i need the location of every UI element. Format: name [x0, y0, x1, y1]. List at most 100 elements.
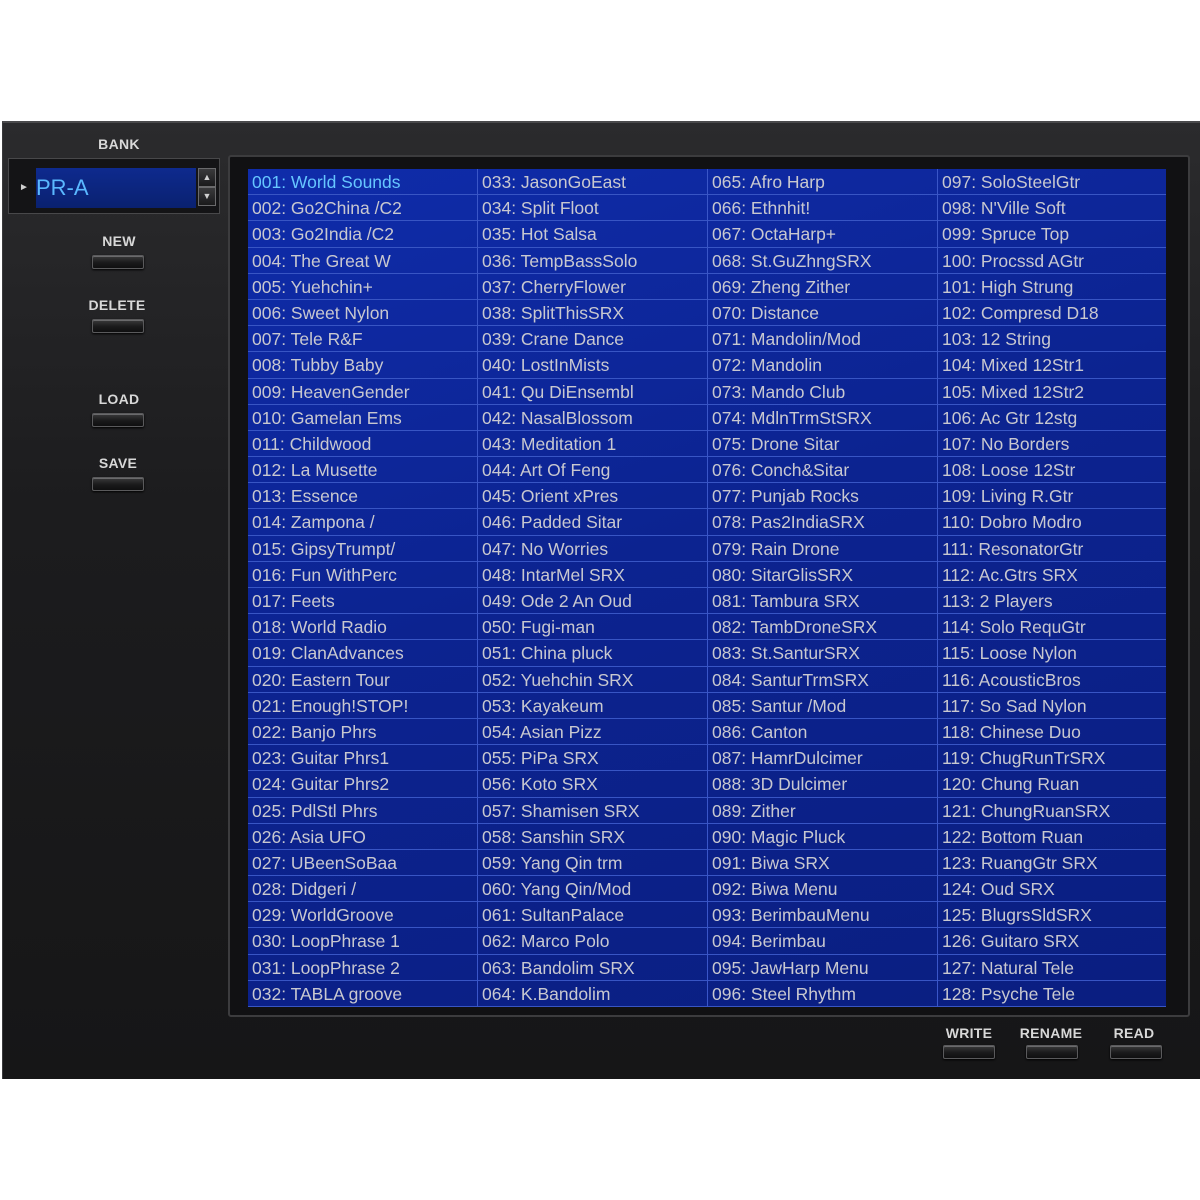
patch-item[interactable]: 115: Loose Nylon: [938, 640, 1166, 667]
patch-item[interactable]: 120: Chung Ruan: [938, 771, 1166, 798]
patch-item[interactable]: 011: Childwood: [248, 431, 477, 458]
patch-item[interactable]: 091: Biwa SRX: [708, 850, 937, 877]
patch-item[interactable]: 018: World Radio: [248, 614, 477, 641]
patch-item[interactable]: 013: Essence: [248, 483, 477, 510]
patch-item[interactable]: 125: BlugrsSldSRX: [938, 902, 1166, 929]
patch-item[interactable]: 031: LoopPhrase 2: [248, 955, 477, 981]
patch-item[interactable]: 101: High Strung: [938, 274, 1166, 300]
patch-item[interactable]: 005: Yuehchin+: [248, 274, 477, 300]
spin-down-icon[interactable]: ▼: [198, 187, 216, 206]
patch-item[interactable]: 113: 2 Players: [938, 588, 1166, 615]
patch-item[interactable]: 046: Padded Sitar: [478, 509, 707, 536]
patch-item[interactable]: 006: Sweet Nylon: [248, 300, 477, 327]
patch-item[interactable]: 099: Spruce Top: [938, 221, 1166, 248]
patch-item[interactable]: 079: Rain Drone: [708, 536, 937, 562]
patch-item[interactable]: 092: Biwa Menu: [708, 876, 937, 903]
patch-item[interactable]: 040: LostInMists: [478, 352, 707, 379]
patch-item[interactable]: 034: Split Floot: [478, 195, 707, 222]
patch-item[interactable]: 114: Solo RequGtr: [938, 614, 1166, 641]
patch-item[interactable]: 008: Tubby Baby: [248, 352, 477, 379]
bank-spinner[interactable]: ▲ ▼: [198, 168, 216, 208]
patch-item[interactable]: 074: MdlnTrmStSRX: [708, 405, 937, 431]
patch-item[interactable]: 058: Sanshin SRX: [478, 824, 707, 850]
patch-item[interactable]: 119: ChugRunTrSRX: [938, 745, 1166, 772]
patch-item[interactable]: 087: HamrDulcimer: [708, 745, 937, 772]
patch-item[interactable]: 044: Art Of Feng: [478, 457, 707, 484]
patch-item[interactable]: 054: Asian Pizz: [478, 719, 707, 746]
patch-item[interactable]: 083: St.SanturSRX: [708, 640, 937, 667]
patch-item[interactable]: 128: Psyche Tele: [938, 981, 1166, 1007]
spin-up-icon[interactable]: ▲: [198, 168, 216, 187]
patch-item[interactable]: 056: Koto SRX: [478, 771, 707, 798]
patch-item[interactable]: 116: AcousticBros: [938, 667, 1166, 693]
patch-item[interactable]: 098: N'Ville Soft: [938, 195, 1166, 222]
patch-item[interactable]: 028: Didgeri /: [248, 876, 477, 903]
patch-item[interactable]: 069: Zheng Zither: [708, 274, 937, 300]
patch-item[interactable]: 055: PiPa SRX: [478, 745, 707, 772]
patch-item[interactable]: 017: Feets: [248, 588, 477, 615]
patch-item[interactable]: 097: SoloSteelGtr: [938, 169, 1166, 196]
patch-item[interactable]: 093: BerimbauMenu: [708, 902, 937, 929]
patch-item[interactable]: 102: Compresd D18: [938, 300, 1166, 327]
patch-item[interactable]: 108: Loose 12Str: [938, 457, 1166, 484]
patch-item[interactable]: 064: K.Bandolim: [478, 981, 707, 1007]
patch-item[interactable]: 053: Kayakeum: [478, 693, 707, 719]
patch-item[interactable]: 121: ChungRuanSRX: [938, 798, 1166, 824]
patch-item[interactable]: 122: Bottom Ruan: [938, 824, 1166, 850]
patch-item[interactable]: 045: Orient xPres: [478, 483, 707, 510]
patch-item[interactable]: 076: Conch&Sitar: [708, 457, 937, 484]
rename-button[interactable]: [1026, 1045, 1078, 1059]
patch-item[interactable]: 126: Guitaro SRX: [938, 928, 1166, 955]
patch-item[interactable]: 052: Yuehchin SRX: [478, 667, 707, 693]
patch-item[interactable]: 057: Shamisen SRX: [478, 798, 707, 824]
patch-item[interactable]: 111: ResonatorGtr: [938, 536, 1166, 562]
patch-item[interactable]: 003: Go2India /C2: [248, 221, 477, 248]
patch-item[interactable]: 009: HeavenGender: [248, 379, 477, 405]
write-button[interactable]: [943, 1045, 995, 1059]
patch-item[interactable]: 073: Mando Club: [708, 379, 937, 405]
patch-item[interactable]: 080: SitarGlisSRX: [708, 562, 937, 588]
patch-item[interactable]: 070: Distance: [708, 300, 937, 327]
patch-item[interactable]: 100: Procssd AGtr: [938, 248, 1166, 274]
patch-item[interactable]: 095: JawHarp Menu: [708, 955, 937, 981]
patch-item[interactable]: 077: Punjab Rocks: [708, 483, 937, 510]
patch-item[interactable]: 068: St.GuZhngSRX: [708, 248, 937, 274]
patch-item[interactable]: 001: World Sounds: [248, 169, 477, 196]
patch-item[interactable]: 066: Ethnhit!: [708, 195, 937, 222]
patch-item[interactable]: 024: Guitar Phrs2: [248, 771, 477, 798]
patch-item[interactable]: 104: Mixed 12Str1: [938, 352, 1166, 379]
patch-item[interactable]: 060: Yang Qin/Mod: [478, 876, 707, 903]
patch-item[interactable]: 086: Canton: [708, 719, 937, 746]
patch-item[interactable]: 075: Drone Sitar: [708, 431, 937, 458]
delete-button[interactable]: [92, 319, 144, 333]
patch-item[interactable]: 026: Asia UFO: [248, 824, 477, 850]
patch-item[interactable]: 041: Qu DiEnsembl: [478, 379, 707, 405]
patch-item[interactable]: 033: JasonGoEast: [478, 169, 707, 196]
patch-item[interactable]: 035: Hot Salsa: [478, 221, 707, 248]
patch-item[interactable]: 127: Natural Tele: [938, 955, 1166, 981]
patch-item[interactable]: 029: WorldGroove: [248, 902, 477, 929]
read-button[interactable]: [1110, 1045, 1162, 1059]
patch-item[interactable]: 067: OctaHarp+: [708, 221, 937, 248]
patch-item[interactable]: 032: TABLA groove: [248, 981, 477, 1007]
patch-item[interactable]: 002: Go2China /C2: [248, 195, 477, 222]
patch-item[interactable]: 012: La Musette: [248, 457, 477, 484]
patch-item[interactable]: 071: Mandolin/Mod: [708, 326, 937, 353]
new-button[interactable]: [92, 255, 144, 269]
patch-item[interactable]: 078: Pas2IndiaSRX: [708, 509, 937, 536]
patch-item[interactable]: 072: Mandolin: [708, 352, 937, 379]
patch-item[interactable]: 042: NasalBlossom: [478, 405, 707, 431]
patch-item[interactable]: 090: Magic Pluck: [708, 824, 937, 850]
patch-item[interactable]: 112: Ac.Gtrs SRX: [938, 562, 1166, 588]
patch-item[interactable]: 007: Tele R&F: [248, 326, 477, 353]
patch-item[interactable]: 061: SultanPalace: [478, 902, 707, 929]
patch-item[interactable]: 109: Living R.Gtr: [938, 483, 1166, 510]
patch-item[interactable]: 047: No Worries: [478, 536, 707, 562]
patch-item[interactable]: 022: Banjo Phrs: [248, 719, 477, 746]
patch-item[interactable]: 062: Marco Polo: [478, 928, 707, 955]
patch-item[interactable]: 004: The Great W: [248, 248, 477, 274]
patch-item[interactable]: 123: RuangGtr SRX: [938, 850, 1166, 877]
patch-item[interactable]: 036: TempBassSolo: [478, 248, 707, 274]
patch-item[interactable]: 103: 12 String: [938, 326, 1166, 353]
patch-item[interactable]: 023: Guitar Phrs1: [248, 745, 477, 772]
